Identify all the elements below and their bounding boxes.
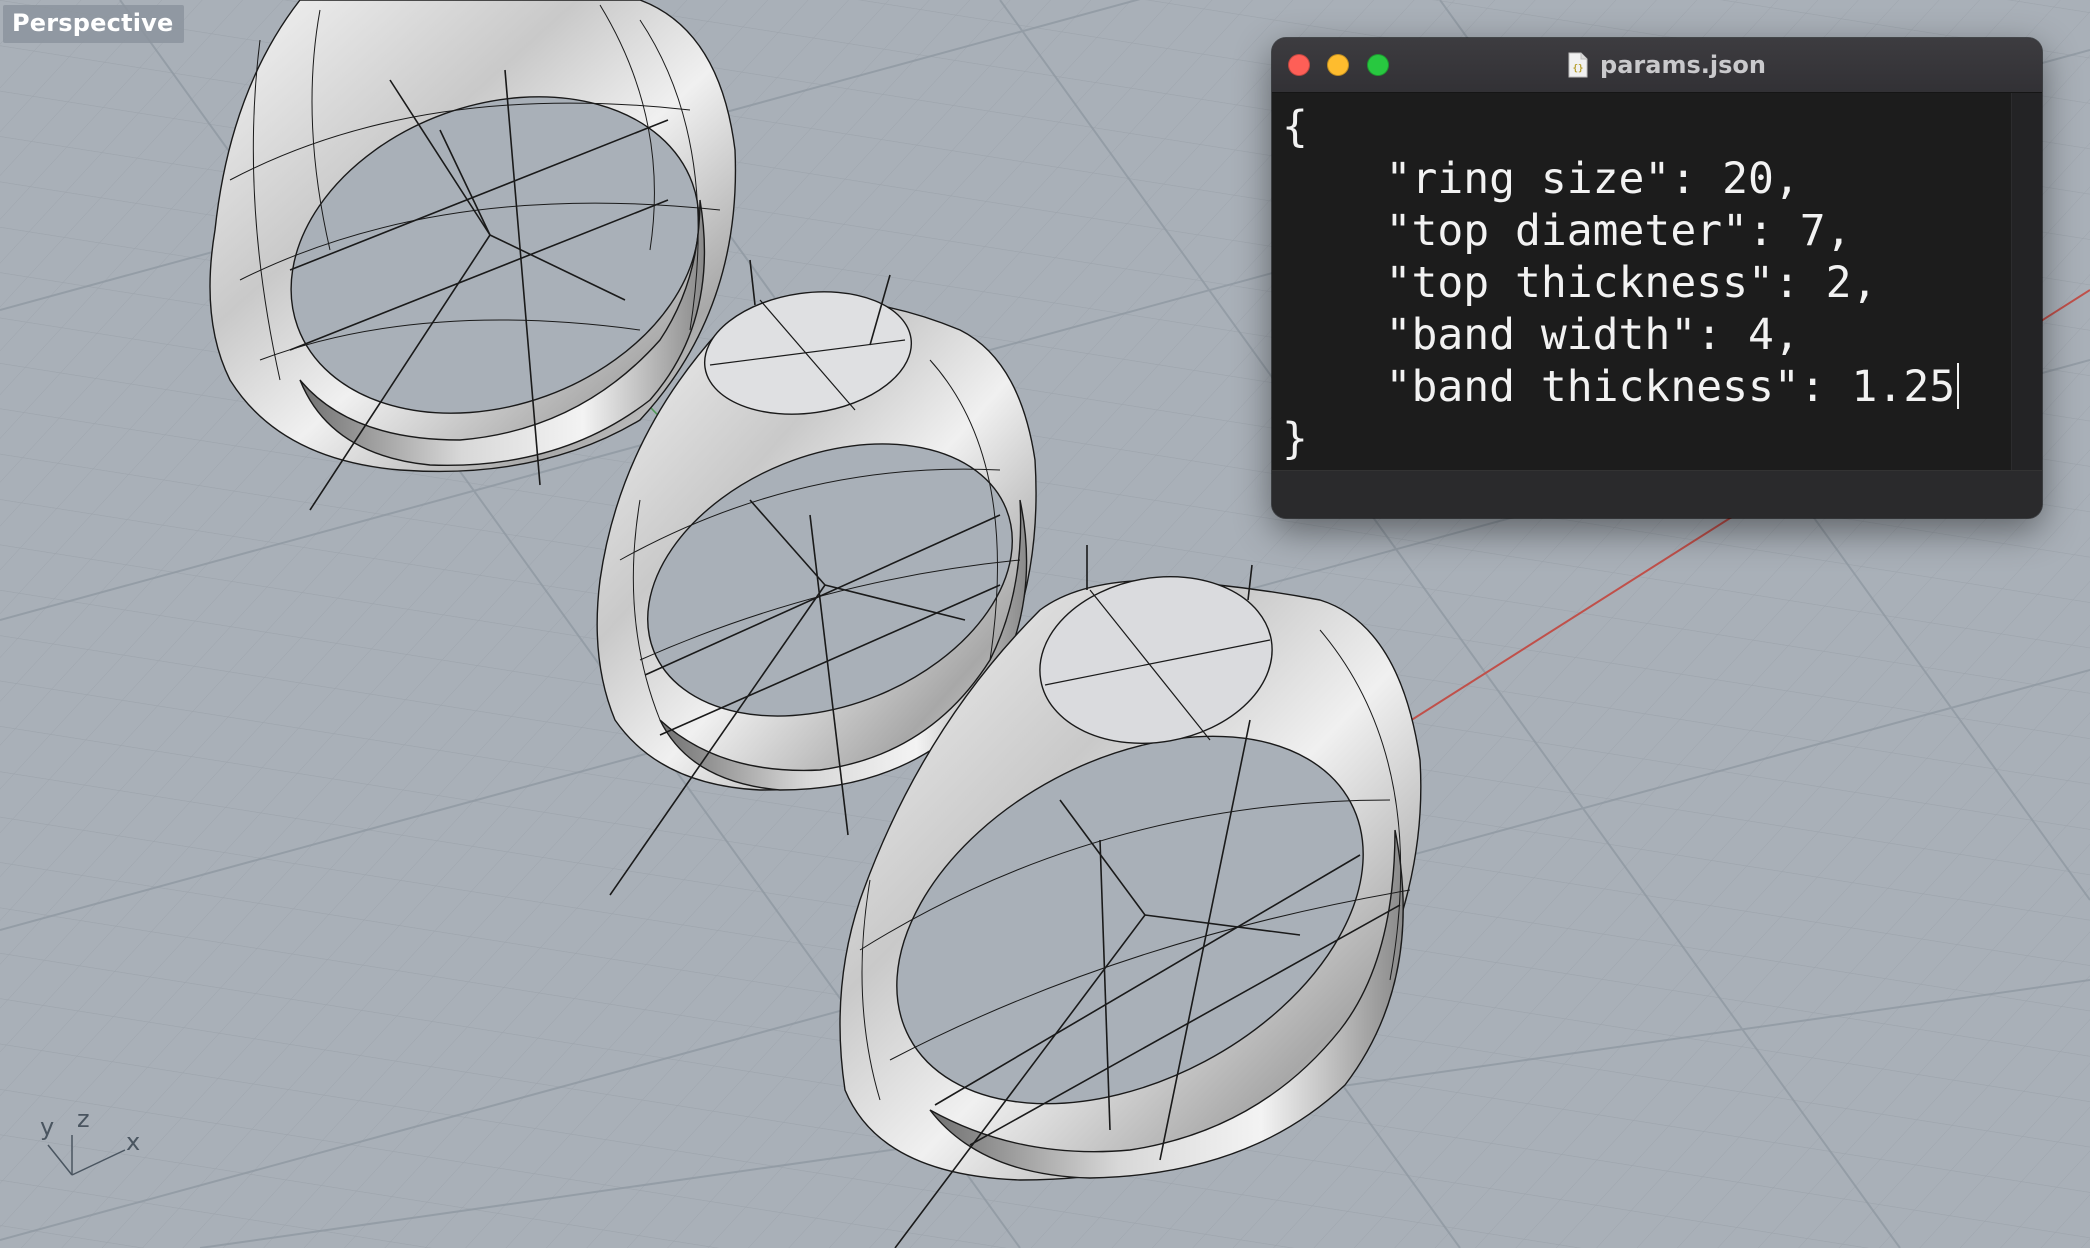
axis-label-y: y bbox=[40, 1113, 55, 1141]
axis-label-x: x bbox=[126, 1128, 141, 1156]
code-line-6[interactable]: "band thickness": 1.25 bbox=[1282, 361, 1960, 413]
viewport-title[interactable]: Perspective bbox=[3, 5, 184, 43]
window-titlebar[interactable]: {} params.json bbox=[1272, 38, 2042, 93]
code-line-6-text: "band thickness": 1.25 bbox=[1282, 362, 1956, 412]
code-line-1[interactable]: { bbox=[1282, 101, 1308, 153]
svg-text:{}: {} bbox=[1573, 64, 1584, 74]
axis-gizmo: y z x bbox=[30, 1105, 150, 1195]
code-line-7[interactable]: } bbox=[1282, 413, 1308, 465]
code-line-5[interactable]: "band width": 4, bbox=[1282, 309, 1800, 361]
code-line-2[interactable]: "ring size": 20, bbox=[1282, 153, 1800, 205]
json-file-icon: {} bbox=[1568, 52, 1588, 78]
json-editor-window[interactable]: {} params.json { "ring size": 20, "top d… bbox=[1272, 38, 2042, 518]
code-editor[interactable]: { "ring size": 20, "top diameter": 7, "t… bbox=[1272, 93, 2012, 471]
status-bar bbox=[1272, 470, 2042, 518]
code-line-3[interactable]: "top diameter": 7, bbox=[1282, 205, 1852, 257]
text-caret bbox=[1957, 363, 1960, 409]
vertical-scrollbar[interactable] bbox=[2011, 93, 2042, 471]
window-title: params.json bbox=[1600, 51, 1766, 79]
code-line-4[interactable]: "top thickness": 2, bbox=[1282, 257, 1878, 309]
window-title-group: {} params.json bbox=[1272, 38, 2042, 92]
axis-label-z: z bbox=[77, 1105, 90, 1133]
